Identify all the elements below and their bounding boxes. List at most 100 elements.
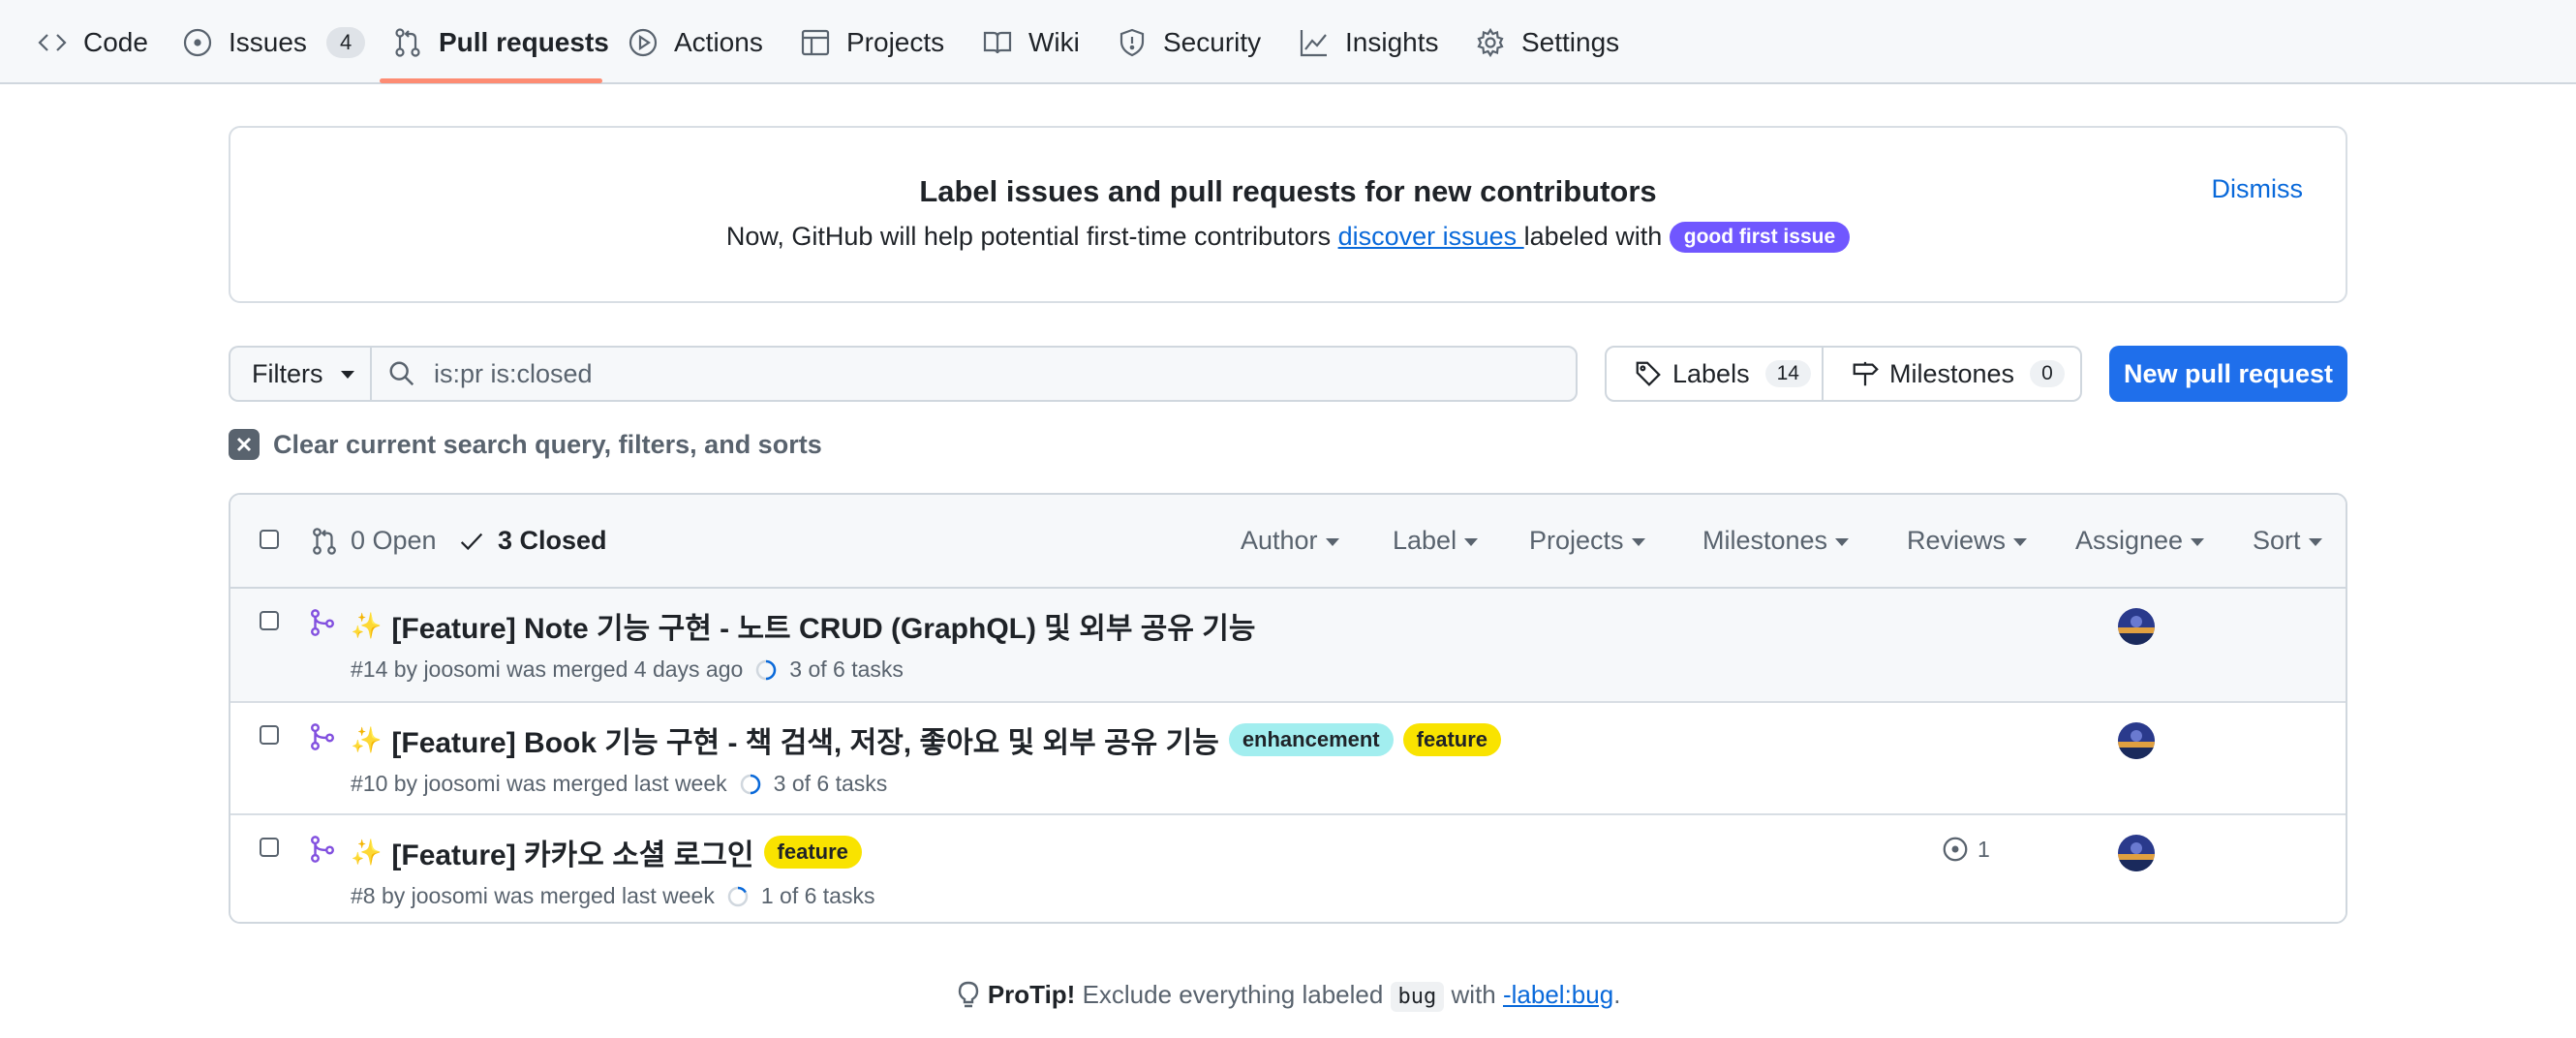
label-enhancement[interactable]: enhancement — [1228, 723, 1394, 756]
milestone-icon — [1853, 361, 1879, 386]
code-icon — [38, 33, 67, 51]
assignee-avatar[interactable] — [2118, 835, 2155, 871]
linked-issues-number: 1 — [1978, 836, 1990, 862]
chevron-down-icon — [2013, 537, 2028, 546]
protip-text: Exclude everything labeled — [1075, 980, 1391, 1009]
task-progress-icon — [727, 886, 749, 906]
closed-filter-link[interactable]: 3 Closed — [457, 526, 607, 556]
sort-filter[interactable]: Sort — [2253, 526, 2322, 556]
tab-actions[interactable]: Actions — [628, 0, 763, 84]
banner-text-before: Now, GitHub will help potential first-ti… — [725, 222, 1338, 251]
tab-settings[interactable]: Settings — [1475, 0, 1619, 84]
good-first-issue-label: good first issue — [1669, 222, 1851, 253]
sparkles-icon: ✨ — [351, 837, 383, 867]
assignee-filter[interactable]: Assignee — [2075, 526, 2205, 556]
chevron-down-icon — [1631, 537, 1645, 546]
chevron-down-icon — [1464, 537, 1479, 546]
milestones-button[interactable]: Milestones 0 — [1824, 346, 2082, 402]
protip-lead: ProTip! — [987, 980, 1076, 1009]
pull-request-meta: #14 by joosomi was merged 4 days ago 3 o… — [351, 656, 904, 683]
assignee-filter-label: Assignee — [2075, 526, 2184, 555]
pull-request-meta: #10 by joosomi was merged last week 3 of… — [351, 771, 887, 797]
row-checkbox[interactable] — [260, 725, 279, 745]
chevron-down-icon — [1835, 537, 1850, 546]
shield-icon — [1119, 28, 1145, 56]
pull-request-title[interactable]: [Feature] 카카오 소셜 로그인 — [391, 831, 753, 873]
tab-issues-label: Issues — [229, 26, 307, 57]
milestones-button-label: Milestones — [1889, 358, 2015, 388]
search-box[interactable] — [370, 346, 1578, 402]
tab-settings-label: Settings — [1521, 26, 1620, 57]
projects-filter[interactable]: Projects — [1529, 526, 1645, 556]
tab-insights-label: Insights — [1345, 26, 1439, 57]
pull-request-row: ✨ [Feature] Note 기능 구현 - 노트 CRUD (GraphQ… — [230, 589, 2346, 701]
tab-code[interactable]: Code — [37, 0, 148, 84]
tab-projects[interactable]: Projects — [800, 0, 944, 84]
banner-text-after: labeled with — [1523, 222, 1670, 251]
linked-issues-count[interactable]: 1 — [1941, 835, 1990, 864]
discover-issues-link[interactable]: discover issues — [1338, 222, 1524, 251]
pull-request-meta-text: #10 by joosomi was merged last week — [351, 771, 727, 796]
milestones-filter-label: Milestones — [1702, 526, 1828, 555]
light-bulb-icon — [958, 981, 978, 1008]
labels-button[interactable]: Labels 14 — [1605, 346, 1824, 402]
tab-wiki[interactable]: Wiki — [982, 0, 1080, 84]
label-feature[interactable]: feature — [763, 836, 862, 869]
issue-opened-icon — [1943, 837, 1968, 862]
pull-request-meta: #8 by joosomi was merged last week 1 of … — [351, 883, 874, 909]
chevron-down-icon — [340, 371, 354, 379]
tab-pull-requests[interactable]: Pull requests — [392, 0, 609, 84]
task-progress-text: 3 of 6 tasks — [789, 656, 904, 682]
sort-filter-label: Sort — [2253, 526, 2301, 555]
git-merge-icon — [311, 609, 334, 636]
select-all-checkbox[interactable] — [260, 530, 279, 549]
open-filter-link[interactable]: 0 Open — [310, 526, 437, 556]
open-count: 0 Open — [351, 526, 437, 555]
reviews-filter[interactable]: Reviews — [1907, 526, 2028, 556]
milestones-filter[interactable]: Milestones — [1702, 526, 1850, 556]
search-input[interactable] — [434, 358, 1499, 389]
tab-issues[interactable]: Issues 4 — [182, 0, 366, 84]
label-filter-label: Label — [1393, 526, 1457, 555]
tab-insights[interactable]: Insights — [1299, 0, 1439, 84]
selected-tab-indicator — [380, 78, 602, 83]
clear-filters-label: Clear current search query, filters, and… — [273, 429, 822, 459]
row-checkbox[interactable] — [260, 838, 279, 857]
tab-security[interactable]: Security — [1117, 0, 1261, 84]
close-icon — [229, 429, 260, 460]
dismiss-button[interactable]: Dismiss — [2212, 174, 2304, 204]
git-merge-icon — [311, 836, 334, 863]
pull-request-meta-text: #8 by joosomi was merged last week — [351, 883, 715, 908]
pull-request-title[interactable]: [Feature] Note 기능 구현 - 노트 CRUD (GraphQL)… — [391, 604, 1255, 647]
book-icon — [983, 31, 1012, 53]
label-feature[interactable]: feature — [1402, 723, 1501, 756]
row-checkbox[interactable] — [260, 611, 279, 630]
banner-title: Label issues and pull requests for new c… — [919, 174, 1657, 208]
task-progress-icon — [756, 659, 777, 680]
tab-code-label: Code — [83, 26, 148, 57]
author-filter[interactable]: Author — [1241, 526, 1339, 556]
tab-wiki-label: Wiki — [1028, 26, 1080, 57]
clear-filters-link[interactable]: Clear current search query, filters, and… — [229, 429, 822, 460]
git-pull-request-icon — [395, 27, 420, 57]
label-filter[interactable]: Label — [1393, 526, 1479, 556]
protip-link[interactable]: -label:bug — [1503, 980, 1613, 1009]
closed-count: 3 Closed — [498, 526, 607, 555]
search-icon — [389, 361, 414, 386]
new-pull-request-button[interactable]: New pull request — [2109, 346, 2347, 402]
assignee-avatar[interactable] — [2118, 722, 2155, 759]
tab-pull-requests-label: Pull requests — [439, 26, 609, 57]
gear-icon — [1477, 27, 1504, 57]
tab-projects-label: Projects — [846, 26, 945, 57]
assignee-avatar[interactable] — [2118, 608, 2155, 645]
milestones-count: 0 — [2030, 360, 2065, 387]
task-progress-icon — [740, 774, 760, 794]
pull-request-title[interactable]: [Feature] Book 기능 구현 - 책 검색, 저장, 좋아요 및 외… — [391, 718, 1218, 761]
chevron-down-icon — [2308, 537, 2322, 546]
filters-dropdown-button[interactable]: Filters — [229, 346, 370, 402]
graph-icon — [1300, 29, 1327, 56]
pull-request-title-line: ✨ [Feature] Book 기능 구현 - 책 검색, 저장, 좋아요 및… — [351, 718, 1501, 761]
chevron-down-icon — [2191, 537, 2205, 546]
author-filter-label: Author — [1241, 526, 1318, 555]
tab-actions-label: Actions — [674, 26, 763, 57]
